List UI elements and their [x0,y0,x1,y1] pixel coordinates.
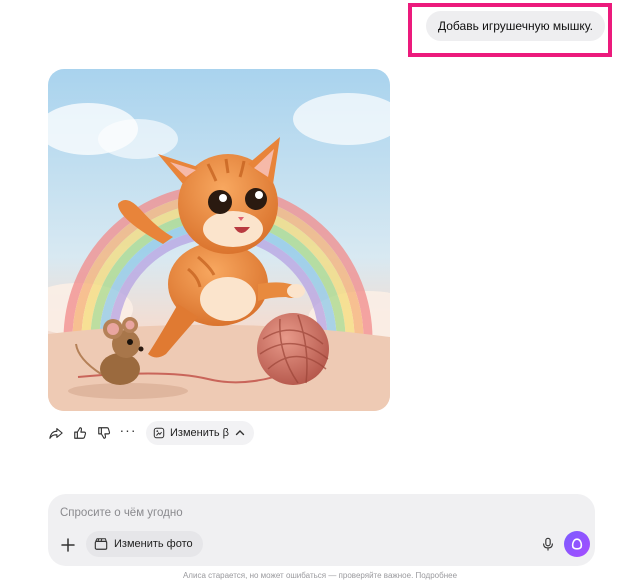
microphone-button[interactable] [535,531,561,557]
composer-panel: Изменить фото [48,494,595,566]
plus-icon [61,538,75,552]
disclaimer-text: Алиса старается, но может ошибаться — пр… [182,571,458,580]
attach-button[interactable] [55,532,81,558]
more-options-button[interactable]: ··· [116,421,140,445]
user-message-bubble: Добавь игрушечную мышку. [426,11,605,41]
alice-icon [571,538,583,550]
share-icon[interactable] [44,421,68,445]
image-edit-icon [153,427,165,439]
more-icon: ··· [119,422,137,438]
thumbs-up-icon[interactable] [68,421,92,445]
alice-voice-button[interactable] [564,531,590,557]
message-actions: ··· Изменить β [44,420,255,446]
edit-photo-button[interactable]: Изменить фото [86,531,203,557]
thumbs-down-icon[interactable] [92,421,116,445]
microphone-icon [543,537,553,551]
edit-image-button[interactable]: Изменить β [146,421,255,445]
edit-image-label: Изменить β [170,427,230,439]
generated-image[interactable] [48,69,390,411]
chevron-up-icon [235,430,245,436]
clapperboard-icon [94,538,108,550]
chat-input[interactable] [60,504,520,522]
edit-photo-label: Изменить фото [114,538,193,550]
